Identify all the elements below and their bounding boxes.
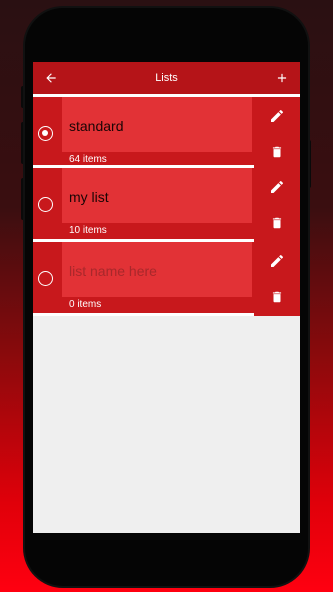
trash-icon[interactable] bbox=[270, 144, 284, 160]
pencil-icon[interactable] bbox=[269, 179, 285, 195]
list-actions bbox=[254, 168, 300, 242]
list-name-field[interactable]: list name here bbox=[62, 242, 252, 297]
pencil-icon[interactable] bbox=[269, 108, 285, 124]
trash-icon[interactable] bbox=[270, 289, 284, 305]
list-item[interactable]: my list 10 items bbox=[33, 168, 300, 242]
list-name-field[interactable]: standard bbox=[62, 97, 252, 152]
app-screen: Lists standard 64 items my list 10 items… bbox=[33, 62, 300, 533]
list-actions bbox=[254, 97, 300, 171]
item-count: 10 items bbox=[69, 225, 107, 236]
lists-container: standard 64 items my list 10 items list … bbox=[33, 94, 300, 316]
trash-icon[interactable] bbox=[270, 215, 284, 231]
arrow-left-icon[interactable] bbox=[43, 70, 59, 86]
plus-icon[interactable] bbox=[274, 70, 290, 86]
list-name-placeholder: list name here bbox=[69, 263, 157, 279]
item-count: 64 items bbox=[69, 154, 107, 165]
list-radio-button[interactable] bbox=[38, 197, 53, 212]
page-title: Lists bbox=[155, 72, 178, 84]
list-name: standard bbox=[69, 118, 124, 134]
list-name-field[interactable]: my list bbox=[62, 168, 252, 223]
list-actions bbox=[254, 242, 300, 316]
list-radio-button[interactable] bbox=[38, 271, 53, 286]
list-item[interactable]: list name here 0 items bbox=[33, 242, 300, 316]
list-name: my list bbox=[69, 189, 109, 205]
list-radio-button[interactable] bbox=[38, 126, 53, 141]
pencil-icon[interactable] bbox=[269, 253, 285, 269]
list-item[interactable]: standard 64 items bbox=[33, 94, 300, 171]
app-bar: Lists bbox=[33, 62, 300, 94]
item-count: 0 items bbox=[69, 299, 102, 310]
